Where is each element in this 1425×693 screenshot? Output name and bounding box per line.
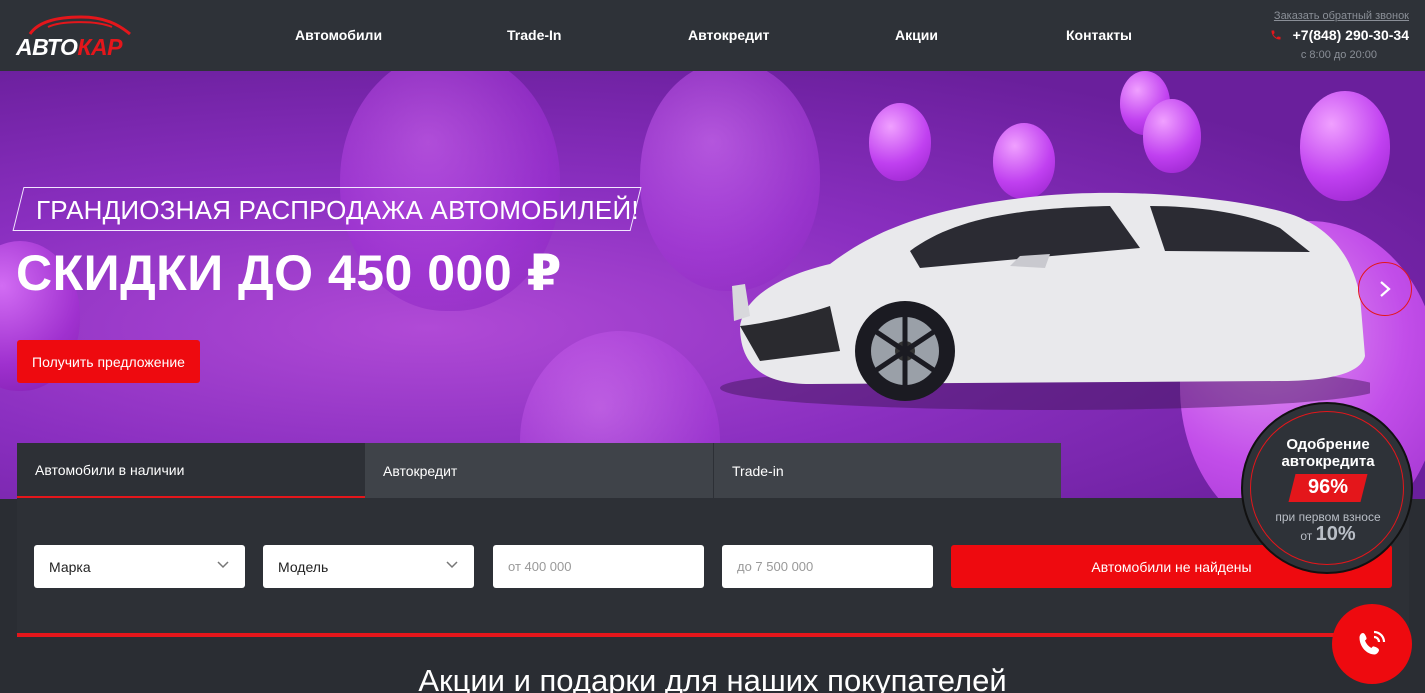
chevron-down-icon xyxy=(217,561,229,569)
logo-part-1: АВТО xyxy=(16,34,78,60)
callback-link[interactable]: Заказать обратный звонок xyxy=(1274,10,1409,22)
logo[interactable]: АВТОКАР xyxy=(16,14,142,61)
phone-ringing-icon xyxy=(1359,630,1386,655)
price-to-input[interactable] xyxy=(737,559,917,574)
brand-select-label: Марка xyxy=(49,558,91,575)
approval-from: от 10% xyxy=(1241,523,1415,546)
nav-contacts[interactable]: Контакты xyxy=(1066,27,1132,43)
hero-title: СКИДКИ ДО 450 000 ₽ xyxy=(16,245,562,301)
phone-number[interactable]: +7(848) 290-30-34 xyxy=(1293,27,1409,43)
nav-promotions[interactable]: Акции xyxy=(895,27,938,43)
tab-trade-in[interactable]: Trade-in xyxy=(713,443,1061,498)
promo-badge-text: ГРАНДИОЗНАЯ РАСПРОДАЖА АВТОМОБИЛЕЙ! xyxy=(36,195,639,225)
search-tabs: Автомобили в наличии Автокредит Trade-in xyxy=(17,443,1061,498)
approval-from-prefix: от xyxy=(1300,529,1313,543)
chevron-down-icon xyxy=(446,561,458,569)
nav-autocredit[interactable]: Автокредит xyxy=(688,27,769,43)
working-hours: с 8:00 до 20:00 xyxy=(1300,49,1377,61)
approval-percent: 96% xyxy=(1307,476,1349,498)
model-select[interactable]: Модель xyxy=(263,545,474,588)
approval-subtitle: при первом взносе xyxy=(1275,510,1381,524)
price-to-field[interactable] xyxy=(722,545,933,588)
car-silhouette-icon xyxy=(28,15,131,36)
nav-cars[interactable]: Автомобили xyxy=(295,27,382,43)
approval-title: Одобрение автокредита xyxy=(1241,436,1415,470)
chevron-right-icon xyxy=(1380,281,1391,297)
phone-icon xyxy=(1271,30,1281,40)
approval-from-value: 10% xyxy=(1315,523,1356,545)
approval-title-line-1: Одобрение xyxy=(1286,436,1370,453)
filter-accent-line xyxy=(17,633,1409,637)
nav-trade-in[interactable]: Trade-In xyxy=(507,27,561,43)
get-offer-button[interactable]: Получить предложение xyxy=(17,340,200,383)
tab-autocredit[interactable]: Автокредит xyxy=(365,443,713,498)
site-header: АВТОКАР Автомобили Trade-In Автокредит А… xyxy=(0,0,1425,71)
section-title-promotions: Акции и подарки для наших покупателей xyxy=(418,663,1007,693)
price-from-input[interactable] xyxy=(508,559,688,574)
tab-cars-in-stock[interactable]: Автомобили в наличии xyxy=(17,443,365,498)
brand-select[interactable]: Марка xyxy=(34,545,245,588)
slider-next-button[interactable] xyxy=(1358,262,1412,316)
model-select-label: Модель xyxy=(278,558,329,575)
car-image xyxy=(720,192,1370,410)
logo-part-2: КАР xyxy=(77,34,123,60)
hero-banner: ГРАНДИОЗНАЯ РАСПРОДАЖА АВТОМОБИЛЕЙ! СКИД… xyxy=(0,71,1425,499)
logo-text: АВТОКАР xyxy=(16,34,123,61)
approval-title-line-2: автокредита xyxy=(1281,453,1375,470)
price-from-field[interactable] xyxy=(493,545,704,588)
